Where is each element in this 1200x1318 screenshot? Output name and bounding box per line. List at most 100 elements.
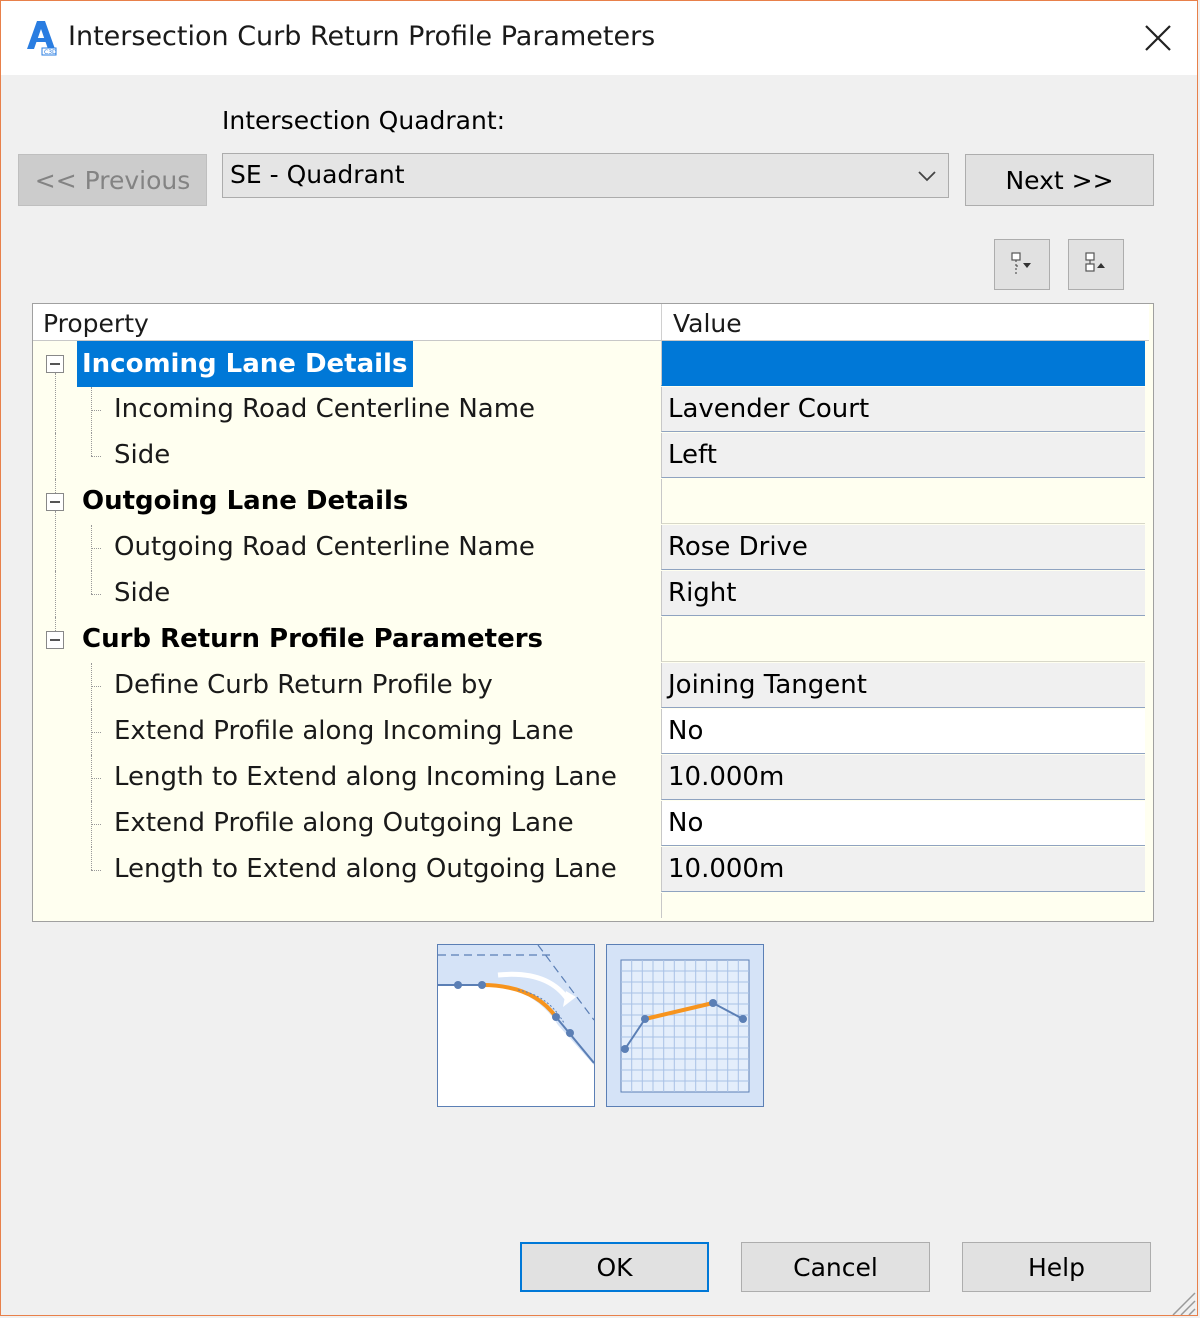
- curb-return-plan-preview[interactable]: [437, 944, 595, 1107]
- category-row-incoming-lane[interactable]: Incoming Lane Details: [33, 341, 1149, 387]
- category-row-outgoing-lane[interactable]: Outgoing Lane Details: [33, 479, 1149, 525]
- tree-line: [91, 387, 92, 433]
- category-cell: Curb Return Profile Parameters: [33, 617, 661, 663]
- property-cell: Incoming Road Centerline Name: [33, 373, 661, 433]
- tree-line: [55, 617, 56, 631]
- tree-branch: [91, 732, 101, 733]
- expand-all-button[interactable]: [994, 239, 1050, 290]
- property-row[interactable]: Side Right: [33, 571, 1149, 617]
- close-icon[interactable]: [1139, 19, 1177, 57]
- tree-line: [91, 571, 92, 594]
- collapse-all-icon: [1085, 252, 1105, 272]
- property-value[interactable]: Left: [661, 433, 1145, 478]
- property-cell: Side: [33, 433, 661, 479]
- quadrant-label: Intersection Quadrant:: [222, 106, 506, 135]
- category-label: Incoming Lane Details: [77, 341, 414, 387]
- curb-return-profile-preview[interactable]: [606, 944, 764, 1107]
- property-cell: Extend Profile along Incoming Lane: [33, 709, 661, 755]
- category-row-curb-return-profile[interactable]: Curb Return Profile Parameters: [33, 617, 1149, 663]
- property-cell: Side: [33, 571, 661, 617]
- ok-button[interactable]: OK: [520, 1242, 709, 1292]
- header-value: Value: [673, 309, 742, 338]
- category-value-cell: [661, 479, 1145, 524]
- help-button[interactable]: Help: [962, 1242, 1151, 1292]
- tree-branch: [91, 870, 101, 871]
- tree-branch: [91, 686, 101, 687]
- property-value[interactable]: 10.000m: [661, 755, 1145, 800]
- property-name: Incoming Road Centerline Name: [114, 394, 536, 424]
- property-name: Length to Extend along Outgoing Lane: [114, 854, 617, 884]
- tree-branch: [91, 778, 101, 779]
- grid-header: Property Value: [33, 304, 1149, 341]
- window-title: Intersection Curb Return Profile Paramet…: [68, 21, 656, 52]
- tree-line: [55, 571, 56, 617]
- tree-line: [91, 433, 92, 456]
- tree-line: [55, 479, 56, 493]
- property-cell: Define Curb Return Profile by: [33, 663, 661, 709]
- collapse-toggle-icon[interactable]: [46, 631, 64, 649]
- category-label: Curb Return Profile Parameters: [82, 624, 544, 654]
- tree-branch: [91, 594, 101, 595]
- tree-branch: [91, 456, 101, 457]
- tree-branch: [91, 824, 101, 825]
- property-name: Extend Profile along Incoming Lane: [114, 716, 574, 746]
- tree-line: [55, 373, 56, 433]
- title-bar: C3D Intersection Curb Return Profile Par…: [1, 1, 1197, 75]
- property-grid[interactable]: Property Value Incoming Lane Details Inc…: [32, 303, 1154, 922]
- property-cell: Extend Profile along Outgoing Lane: [33, 801, 661, 847]
- plan-preview-icon: [438, 944, 595, 1065]
- property-row[interactable]: Extend Profile along Outgoing Lane No: [33, 801, 1149, 847]
- expand-all-icon: [1011, 252, 1031, 274]
- property-name: Side: [114, 578, 171, 608]
- category-label: Outgoing Lane Details: [82, 486, 409, 516]
- property-value[interactable]: Lavender Court: [661, 387, 1145, 432]
- property-cell: Length to Extend along Outgoing Lane: [33, 847, 661, 893]
- resize-grip-icon[interactable]: [1167, 1287, 1197, 1316]
- category-cell: Incoming Lane Details: [33, 341, 661, 387]
- property-value[interactable]: Joining Tangent: [661, 663, 1145, 708]
- property-row[interactable]: Extend Profile along Incoming Lane No: [33, 709, 1149, 755]
- property-row[interactable]: Outgoing Road Centerline Name Rose Drive: [33, 511, 1149, 571]
- header-property: Property: [43, 309, 149, 338]
- property-cell: Outgoing Road Centerline Name: [33, 511, 661, 571]
- property-name: Define Curb Return Profile by: [114, 670, 493, 700]
- svg-text:C3D: C3D: [44, 49, 57, 56]
- category-value-cell: [661, 341, 1145, 386]
- collapse-all-button[interactable]: [1068, 239, 1124, 290]
- cancel-button[interactable]: Cancel: [741, 1242, 930, 1292]
- property-value[interactable]: Rose Drive: [661, 525, 1145, 570]
- tree-branch: [91, 410, 101, 411]
- dialog-window: C3D Intersection Curb Return Profile Par…: [0, 0, 1198, 1316]
- property-row[interactable]: Side Left: [33, 433, 1149, 479]
- tree-line: [55, 433, 56, 479]
- property-row[interactable]: Length to Extend along Outgoing Lane 10.…: [33, 847, 1149, 893]
- autocad-civil3d-icon: C3D: [27, 21, 57, 56]
- property-row[interactable]: Length to Extend along Incoming Lane 10.…: [33, 755, 1149, 801]
- property-row[interactable]: Incoming Road Centerline Name Lavender C…: [33, 373, 1149, 433]
- collapse-toggle-icon[interactable]: [46, 493, 64, 511]
- next-button[interactable]: Next >>: [965, 154, 1154, 206]
- property-row[interactable]: Define Curb Return Profile by Joining Ta…: [33, 663, 1149, 709]
- property-value[interactable]: No: [661, 801, 1145, 846]
- property-value[interactable]: 10.000m: [661, 847, 1145, 892]
- property-name: Length to Extend along Incoming Lane: [114, 762, 617, 792]
- category-value-cell: [661, 617, 1145, 662]
- quadrant-selected-value: SE - Quadrant: [230, 160, 405, 189]
- chevron-down-icon: [918, 171, 936, 182]
- empty-value-cell: [661, 893, 1145, 918]
- profile-preview-icon: [620, 959, 750, 1093]
- header-divider[interactable]: [661, 304, 662, 340]
- tree-branch: [91, 548, 101, 549]
- tree-line: [91, 847, 92, 870]
- tree-line: [55, 511, 56, 571]
- property-name: Side: [114, 440, 171, 470]
- property-value[interactable]: Right: [661, 571, 1145, 616]
- previous-button[interactable]: << Previous: [18, 154, 207, 206]
- collapse-toggle-icon[interactable]: [46, 355, 64, 373]
- property-name: Extend Profile along Outgoing Lane: [114, 808, 574, 838]
- quadrant-dropdown[interactable]: SE - Quadrant: [222, 153, 949, 198]
- property-value[interactable]: No: [661, 709, 1145, 754]
- property-name: Outgoing Road Centerline Name: [114, 532, 535, 562]
- empty-row: [33, 893, 1149, 918]
- property-cell: Length to Extend along Incoming Lane: [33, 755, 661, 801]
